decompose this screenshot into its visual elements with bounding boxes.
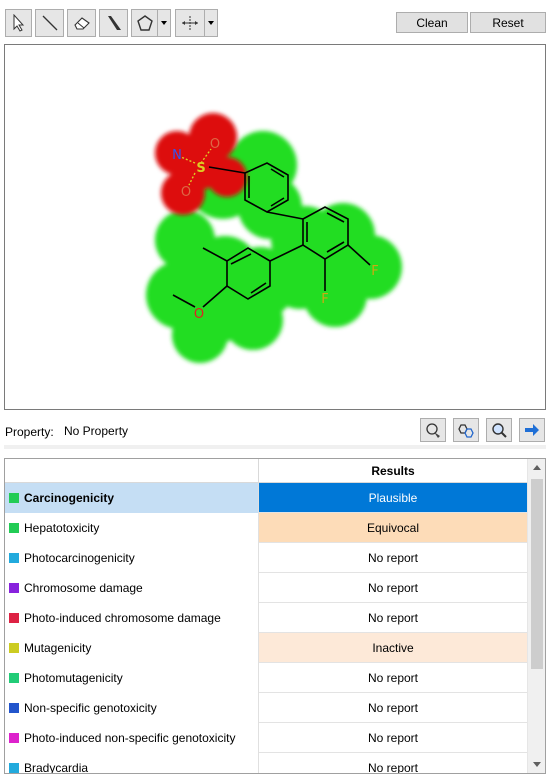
atom-label-f: F (371, 264, 378, 279)
result-cell[interactable]: No report (259, 753, 527, 773)
endpoint-cell[interactable]: Photo-induced non-specific genotoxicity (5, 723, 259, 753)
endpoint-color-swatch (9, 763, 19, 773)
divider (4, 445, 546, 449)
move-arrows-icon (182, 16, 198, 30)
endpoint-cell[interactable]: Carcinogenicity (5, 483, 259, 513)
endpoint-cell[interactable]: Bradycardia (5, 753, 259, 774)
eraser-tool-button[interactable] (67, 9, 96, 37)
results-table[interactable]: Results Carcinogenicity Plausible Hepatoto… (4, 458, 546, 774)
result-cell[interactable]: Equivocal (259, 513, 527, 543)
table-row[interactable]: Photo-induced chromosome damage No report (5, 603, 527, 633)
result-cell[interactable]: No report (259, 723, 527, 753)
result-cell[interactable]: No report (259, 663, 527, 693)
table-row[interactable]: Hepatotoxicity Equivocal (5, 513, 527, 543)
result-cell[interactable]: No report (259, 603, 527, 633)
endpoint-color-swatch (9, 673, 19, 683)
table-row[interactable]: Chromosome damage No report (5, 573, 527, 603)
move-dropdown-button[interactable] (205, 9, 218, 37)
endpoint-name: Photo-induced chromosome damage (24, 611, 221, 625)
endpoint-color-swatch (9, 493, 19, 503)
endpoint-cell[interactable]: Non-specific genotoxicity (5, 693, 259, 723)
molecule-drawing: N S O O F F O (146, 113, 402, 363)
endpoint-color-swatch (9, 733, 19, 743)
endpoint-name: Mutagenicity (24, 641, 92, 655)
zoom-fit-icon (492, 423, 507, 438)
endpoint-cell[interactable]: Photocarcinogenicity (5, 543, 259, 573)
eraser-icon (73, 17, 90, 30)
ring-tool-button[interactable] (131, 9, 158, 37)
endpoint-color-swatch (9, 703, 19, 713)
endpoint-name: Photo-induced non-specific genotoxicity (24, 731, 236, 745)
atom-label-f: F (321, 292, 328, 307)
endpoint-color-swatch (9, 553, 19, 563)
scroll-thumb[interactable] (531, 479, 543, 669)
table-row[interactable]: Carcinogenicity Plausible (5, 483, 527, 513)
endpoint-cell[interactable]: Photo-induced chromosome damage (5, 603, 259, 633)
scroll-up-icon[interactable] (533, 465, 541, 470)
result-cell[interactable]: No report (259, 543, 527, 573)
endpoint-name: Non-specific genotoxicity (24, 701, 157, 715)
result-cell[interactable]: No report (259, 573, 527, 603)
header-name-column (5, 459, 259, 483)
molecule-canvas[interactable]: N S O O F F O (4, 44, 546, 410)
endpoint-color-swatch (9, 583, 19, 593)
atom-mapping-button[interactable] (420, 418, 446, 442)
line-bond-icon (42, 15, 57, 31)
endpoint-color-swatch (9, 523, 19, 533)
ring-dropdown-button[interactable] (158, 9, 171, 37)
table-row[interactable]: Photomutagenicity No report (5, 663, 527, 693)
table-row[interactable]: Mutagenicity Inactive (5, 633, 527, 663)
header-results-column[interactable]: Results (259, 459, 527, 483)
property-label: Property: (5, 425, 54, 439)
move-tool-button[interactable] (175, 9, 205, 37)
endpoint-cell[interactable]: Hepatotoxicity (5, 513, 259, 543)
atom-label-o: O (194, 307, 204, 322)
endpoint-name: Carcinogenicity (24, 491, 115, 505)
table-row[interactable]: Photocarcinogenicity No report (5, 543, 527, 573)
atom-label-o: O (210, 137, 220, 152)
result-cell[interactable]: Plausible (259, 483, 527, 513)
endpoint-cell[interactable]: Photomutagenicity (5, 663, 259, 693)
next-arrow-icon (525, 424, 539, 436)
atom-label-s: S (196, 161, 205, 176)
ring-highlight-icon (458, 424, 474, 438)
endpoint-cell[interactable]: Chromosome damage (5, 573, 259, 603)
select-arrow-icon (13, 14, 24, 32)
ring-highlight-button[interactable] (453, 418, 479, 442)
endpoint-color-swatch (9, 613, 19, 623)
endpoint-name: Bradycardia (24, 761, 89, 774)
endpoint-color-swatch (9, 643, 19, 653)
table-row[interactable]: Photo-induced non-specific genotoxicity N… (5, 723, 527, 753)
vertical-scrollbar[interactable] (527, 459, 545, 773)
clean-button[interactable]: Clean (396, 12, 468, 33)
chevron-down-icon (208, 21, 214, 25)
endpoint-name: Chromosome damage (24, 581, 143, 595)
endpoint-name: Photomutagenicity (24, 671, 123, 685)
atom-label-n: N (172, 148, 182, 163)
wedge-bond-icon (107, 16, 121, 30)
endpoint-cell[interactable]: Mutagenicity (5, 633, 259, 663)
wedge-tool-button[interactable] (99, 9, 128, 37)
endpoint-name: Hepatotoxicity (24, 521, 100, 535)
result-cell[interactable]: No report (259, 693, 527, 723)
zoom-fit-button[interactable] (486, 418, 512, 442)
select-tool-button[interactable] (5, 9, 32, 37)
bond-tool-button[interactable] (35, 9, 64, 37)
table-row[interactable]: Bradycardia No report (5, 753, 527, 774)
result-cell[interactable]: Inactive (259, 633, 527, 663)
reset-button[interactable]: Reset (470, 12, 546, 33)
chevron-down-icon (161, 21, 167, 25)
atom-mapping-icon (426, 423, 440, 438)
scroll-down-icon[interactable] (533, 762, 541, 767)
property-value: No Property (64, 424, 129, 438)
next-button[interactable] (519, 418, 545, 442)
atom-label-o: O (181, 185, 191, 200)
endpoint-name: Photocarcinogenicity (24, 551, 135, 565)
table-row[interactable]: Non-specific genotoxicity No report (5, 693, 527, 723)
pentagon-ring-icon (136, 15, 153, 31)
table-header: Results (5, 459, 527, 483)
